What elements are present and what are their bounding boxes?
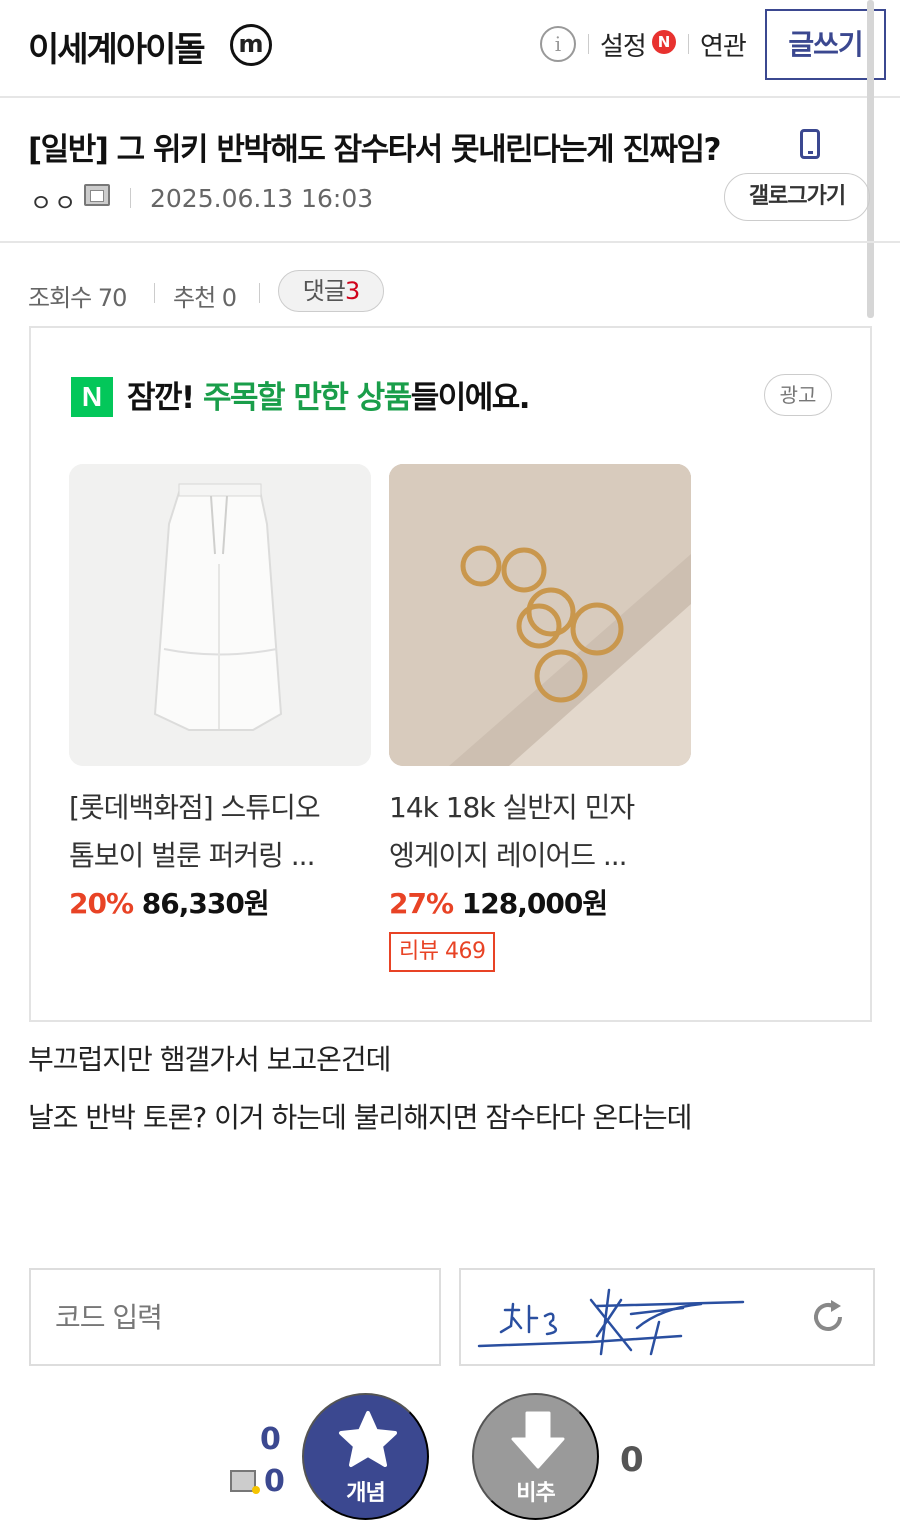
divider	[0, 241, 900, 243]
post-date: 2025.06.13 16:03	[150, 184, 374, 213]
product-image[interactable]	[389, 464, 691, 766]
product-name-line: 14k 18k 실반지 민자	[389, 791, 635, 824]
fixed-nick-icon	[84, 184, 110, 206]
price-value: 128,000원	[461, 887, 608, 920]
recommend-label: 개념	[346, 1480, 385, 1505]
product-name-line: 엥게이지 레이어드 ...	[389, 839, 628, 872]
top-header: 이세계아이돌 m i 설정 N 연관 글쓰기	[0, 0, 900, 98]
discount-rate: 27%	[389, 887, 454, 920]
comment-count-button[interactable]: 댓글3	[278, 270, 384, 312]
not-recommend-button[interactable]: 비추	[472, 1393, 599, 1520]
scrollbar[interactable]	[867, 0, 874, 318]
fixed-nick-recommend-count: 0	[264, 1464, 285, 1499]
recommend-count: 0	[260, 1422, 281, 1457]
comment-count: 3	[344, 277, 360, 305]
product-price: 27% 128,000원	[389, 882, 691, 922]
divider	[688, 34, 689, 54]
ad-heading: 잠깐! 주목할 만한 상품들이에요.	[127, 372, 531, 417]
naver-logo-icon: N	[71, 377, 113, 417]
price-value: 86,330원	[141, 887, 270, 920]
ad-box: N 잠깐! 주목할 만한 상품들이에요. 광고 [롯데백화점] 스튜디오 톰보이…	[29, 326, 872, 1022]
divider	[259, 283, 260, 303]
product-name[interactable]: 14k 18k 실반지 민자 엥게이지 레이어드 ...	[389, 784, 689, 880]
down-arrow-icon	[511, 1411, 565, 1469]
divider	[130, 188, 131, 208]
post-body-line: 날조 반박 토론? 이거 하는데 불리해지면 잠수타다 온다는데	[28, 1101, 692, 1134]
recommend-button[interactable]: 개념	[302, 1393, 429, 1520]
product-name-line: 톰보이 벌룬 퍼커링 ...	[69, 839, 315, 872]
post-title: [일반] 그 위키 반박해도 잠수타서 못내린다는게 진짜임?	[28, 132, 722, 168]
comment-label: 댓글	[302, 277, 346, 305]
captcha-code-input[interactable]	[29, 1268, 441, 1366]
post-body-line: 부끄럽지만 햄갤가서 보고온건데	[28, 1043, 391, 1076]
product-card[interactable]: [롯데백화점] 스튜디오 톰보이 벌룬 퍼커링 ... 20% 86,330원	[69, 464, 371, 922]
info-icon[interactable]: i	[540, 26, 576, 62]
gallery-name[interactable]: 이세계아이돌	[28, 22, 206, 71]
star-icon	[339, 1411, 397, 1467]
not-recommend-count: 0	[620, 1440, 644, 1480]
captcha-image	[459, 1268, 875, 1366]
ad-heading-highlight: 주목할 만한 상품	[202, 380, 412, 416]
related-link[interactable]: 연관	[700, 26, 747, 63]
minor-gallery-icon: m	[230, 24, 272, 66]
product-card[interactable]: 14k 18k 실반지 민자 엥게이지 레이어드 ... 27% 128,000…	[389, 464, 691, 972]
review-badge: 리뷰 469	[389, 932, 496, 972]
recommend-count: 추천 0	[173, 284, 237, 312]
mobile-icon	[800, 129, 820, 159]
ad-tag[interactable]: 광고	[764, 374, 832, 416]
captcha-glyphs	[477, 1288, 745, 1356]
not-recommend-label: 비추	[516, 1480, 555, 1505]
go-gallog-button[interactable]: 갤로그가기	[724, 173, 870, 221]
divider	[154, 283, 155, 303]
divider	[588, 34, 589, 54]
ad-heading-suffix: 들이에요.	[410, 380, 531, 416]
ad-heading-prefix: 잠깐!	[127, 380, 203, 416]
product-image[interactable]	[69, 464, 371, 766]
product-price: 20% 86,330원	[69, 882, 371, 922]
view-count: 조회수 70	[28, 284, 127, 312]
product-name-line: [롯데백화점] 스튜디오	[69, 791, 321, 824]
settings-link[interactable]: 설정	[600, 26, 647, 63]
author-name[interactable]: ㅇㅇ	[30, 183, 78, 218]
new-badge: N	[652, 30, 676, 54]
fixed-nick-recommend-icon	[230, 1470, 260, 1494]
product-name[interactable]: [롯데백화점] 스튜디오 톰보이 벌룬 퍼커링 ...	[69, 784, 369, 880]
discount-rate: 20%	[69, 887, 134, 920]
refresh-icon[interactable]	[809, 1298, 847, 1336]
